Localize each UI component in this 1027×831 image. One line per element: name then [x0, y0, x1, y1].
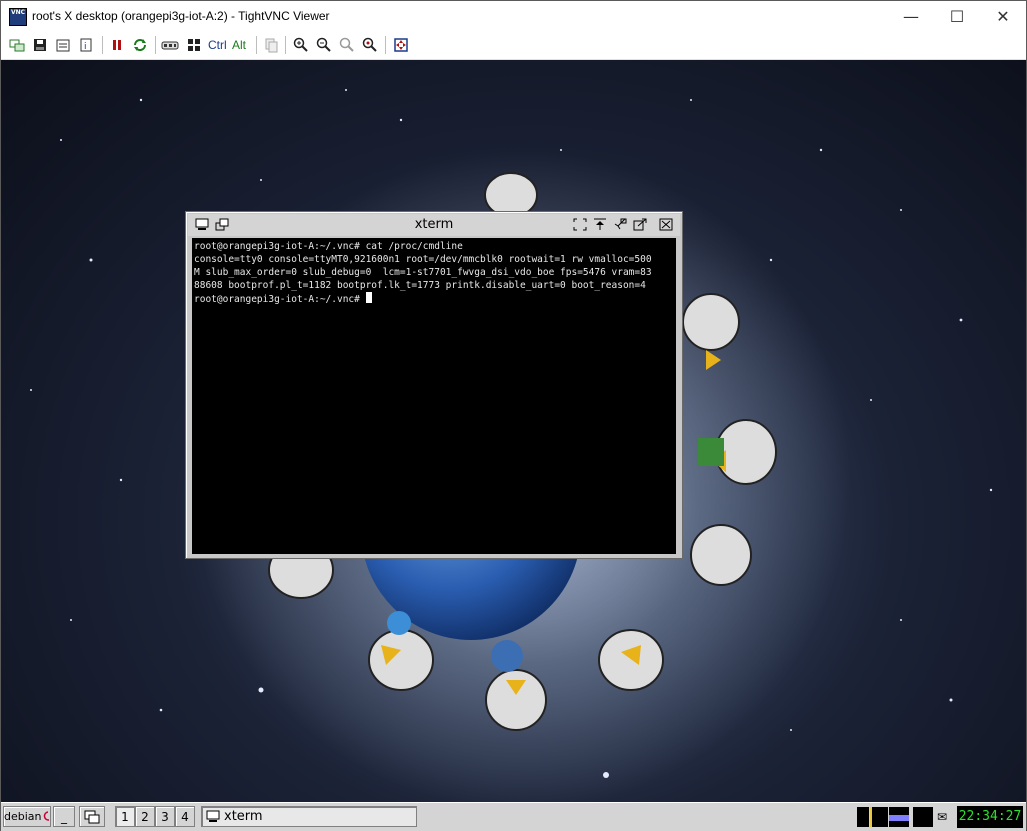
svg-text:i: i — [84, 42, 87, 52]
task-xterm-button[interactable]: xterm — [201, 806, 417, 827]
terminal-icon — [206, 810, 220, 822]
minimize-all-label: _ — [61, 809, 67, 824]
minimize-button[interactable]: — — [888, 1, 934, 31]
xterm-title-bar[interactable]: xterm — [188, 214, 680, 236]
app-icon-text: VNC — [10, 9, 26, 16]
raise-icon[interactable] — [592, 217, 607, 232]
terminal-output[interactable]: root@orangepi3g-iot-A:~/.vnc# cat /proc/… — [192, 238, 676, 554]
terminal-line: console=tty0 console=ttyMT0,921600n1 roo… — [194, 254, 652, 265]
debian-swirl-icon — [43, 810, 49, 821]
window-list-button[interactable] — [79, 806, 105, 827]
title-bar[interactable]: VNC root's X desktop (orangepi3g-iot-A:2… — [1, 1, 1026, 31]
shrink-icon[interactable] — [612, 217, 627, 232]
terminal-line: root@orangepi3g-iot-A:~/.vnc# cat /proc/… — [194, 241, 463, 252]
zoom-100-icon[interactable] — [337, 35, 357, 55]
load-monitor-icon — [870, 807, 888, 827]
pause-icon[interactable] — [107, 35, 127, 55]
zoom-fit-icon[interactable] — [360, 35, 380, 55]
workspace-1-button[interactable]: 1 — [115, 806, 135, 827]
xterm-window[interactable]: xterm root@orangepi3g-iot-A:~/.vnc# cat … — [185, 211, 683, 559]
clipboard-icon[interactable] — [261, 35, 281, 55]
workspace-3-button[interactable]: 3 — [155, 806, 175, 827]
memory-monitor-icon — [889, 807, 909, 827]
debian-label: debian — [4, 810, 42, 823]
close-icon[interactable] — [658, 217, 673, 232]
save-icon[interactable] — [30, 35, 50, 55]
toolbar-separator — [285, 36, 286, 54]
terminal-line: M slub_max_order=0 slub_debug=0 lcm=1-st… — [194, 267, 652, 278]
terminal-prompt-line: root@orangepi3g-iot-A:~/.vnc# — [194, 292, 674, 306]
vnc-toolbar: i Ctrl Alt — [1, 31, 1026, 60]
toolbar-separator — [155, 36, 156, 54]
terminal-prompt: root@orangepi3g-iot-A:~/.vnc# — [194, 294, 366, 305]
ctrl-key-button[interactable]: Ctrl — [208, 35, 227, 55]
zoom-out-icon[interactable] — [314, 35, 334, 55]
toolbar-separator — [256, 36, 257, 54]
vnc-viewer-window: VNC root's X desktop (orangepi3g-iot-A:2… — [0, 0, 1027, 831]
close-icon: ✕ — [996, 6, 1010, 26]
remote-desktop[interactable]: xterm root@orangepi3g-iot-A:~/.vnc# cat … — [1, 60, 1026, 802]
workspace-4-button[interactable]: 4 — [175, 806, 195, 827]
minimize-icon: — — [903, 6, 919, 26]
alt-key-button[interactable]: Alt — [232, 35, 246, 55]
options-icon[interactable] — [53, 35, 73, 55]
ctrl-alt-del-icon[interactable] — [160, 35, 180, 55]
workspace-2-button[interactable]: 2 — [135, 806, 155, 827]
connection-info-icon[interactable]: i — [76, 35, 96, 55]
fullscreen-icon[interactable] — [391, 35, 411, 55]
win-key-icon[interactable] — [184, 35, 204, 55]
zoom-in-icon[interactable] — [291, 35, 311, 55]
new-connection-icon[interactable] — [7, 35, 27, 55]
minimize-all-button[interactable]: _ — [53, 806, 75, 827]
taskbar: debian _ 1 2 3 4 xterm ✉ 22:34:27 — [1, 802, 1026, 831]
window-title: root's X desktop (orangepi3g-iot-A:2) - … — [32, 9, 330, 23]
clock[interactable]: 22:34:27 — [957, 806, 1023, 828]
cpu-monitor-icon — [857, 807, 869, 827]
refresh-icon[interactable] — [130, 35, 150, 55]
network-monitor-icon — [913, 807, 933, 827]
terminal-cursor — [365, 292, 372, 303]
maximize-icon: ☐ — [949, 6, 965, 26]
close-button[interactable]: ✕ — [980, 1, 1026, 31]
toolbar-separator — [385, 36, 386, 54]
terminal-line: 88608 bootprof.pl_t=1182 bootprof.lk_t=1… — [194, 280, 646, 291]
mail-icon[interactable]: ✉ — [937, 810, 947, 824]
maximize-icon[interactable] — [572, 217, 587, 232]
vnc-app-icon[interactable]: VNC — [9, 8, 27, 26]
resize-icon[interactable] — [632, 217, 647, 232]
maximize-button[interactable]: ☐ — [934, 1, 980, 31]
debian-menu-button[interactable]: debian — [3, 806, 51, 827]
toolbar-separator — [102, 36, 103, 54]
task-xterm-label: xterm — [224, 809, 263, 824]
windows-icon — [84, 810, 100, 823]
